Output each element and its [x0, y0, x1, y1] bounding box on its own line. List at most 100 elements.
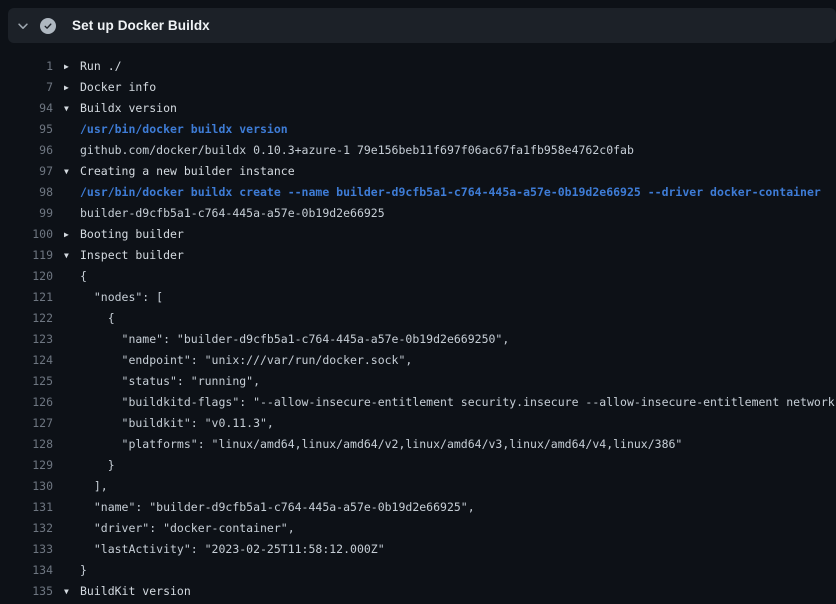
command-text: /usr/bin/docker buildx version — [80, 119, 288, 140]
line-number[interactable]: 134 — [0, 560, 53, 581]
line-number[interactable]: 99 — [0, 203, 53, 224]
output-text: builder-d9cfb5a1-c764-445a-a57e-0b19d2e6… — [80, 203, 385, 224]
gutter-spacer — [53, 329, 80, 350]
log-line-row: 125 "status": "running", — [0, 371, 836, 392]
log-line-row: 133 "lastActivity": "2023-02-25T11:58:12… — [0, 539, 836, 560]
gutter-spacer — [53, 266, 80, 287]
gutter-spacer — [53, 371, 80, 392]
group-collapsed-triangle-icon[interactable]: ▶ — [64, 77, 69, 98]
line-number[interactable]: 135 — [0, 581, 53, 602]
group-toggle[interactable]: ▼ — [53, 161, 80, 182]
gutter-spacer — [53, 287, 80, 308]
line-number[interactable]: 96 — [0, 140, 53, 161]
gutter-spacer — [53, 308, 80, 329]
output-text: "platforms": "linux/amd64,linux/amd64/v2… — [80, 434, 682, 455]
group-toggle[interactable]: ▼ — [53, 581, 80, 602]
output-text: ], — [80, 476, 108, 497]
group-collapsed-triangle-icon[interactable]: ▶ — [64, 224, 69, 245]
log-line-row: 126 "buildkitd-flags": "--allow-insecure… — [0, 392, 836, 413]
log-line-row: 96github.com/docker/buildx 0.10.3+azure-… — [0, 140, 836, 161]
command-text: /usr/bin/docker buildx create --name bui… — [80, 182, 821, 203]
gutter-spacer — [53, 560, 80, 581]
output-text: "driver": "docker-container", — [80, 518, 295, 539]
output-text: "nodes": [ — [80, 287, 163, 308]
gutter-spacer — [53, 476, 80, 497]
line-number[interactable]: 123 — [0, 329, 53, 350]
group-expanded-triangle-icon[interactable]: ▼ — [64, 581, 69, 602]
line-number[interactable]: 125 — [0, 371, 53, 392]
log-group-row[interactable]: 100 ▶ Booting builder — [0, 224, 836, 245]
log-line-row: 123 "name": "builder-d9cfb5a1-c764-445a-… — [0, 329, 836, 350]
line-number[interactable]: 124 — [0, 350, 53, 371]
log-group-row[interactable]: 7 ▶ Docker info — [0, 77, 836, 98]
gutter-spacer — [53, 413, 80, 434]
line-number[interactable]: 128 — [0, 434, 53, 455]
output-text: "lastActivity": "2023-02-25T11:58:12.000… — [80, 539, 385, 560]
chevron-down-icon[interactable] — [8, 8, 38, 43]
log-line-row: 134} — [0, 560, 836, 581]
log-group-row[interactable]: 119▼Inspect builder — [0, 245, 836, 266]
line-number[interactable]: 129 — [0, 455, 53, 476]
gutter-spacer — [53, 203, 80, 224]
group-title: BuildKit version — [80, 581, 191, 602]
log-line-row: 120{ — [0, 266, 836, 287]
group-toggle[interactable]: ▶ — [53, 77, 80, 98]
group-toggle[interactable]: ▶ — [53, 56, 80, 77]
output-text: "buildkitd-flags": "--allow-insecure-ent… — [80, 392, 836, 413]
line-number[interactable]: 1 — [0, 56, 53, 77]
step-title: Set up Docker Buildx — [72, 18, 210, 33]
group-toggle[interactable]: ▼ — [53, 245, 80, 266]
output-text: "buildkit": "v0.11.3", — [80, 413, 274, 434]
line-number[interactable]: 126 — [0, 392, 53, 413]
output-text: } — [80, 560, 87, 581]
group-collapsed-triangle-icon[interactable]: ▶ — [64, 56, 69, 77]
gutter-spacer — [53, 518, 80, 539]
output-text: "endpoint": "unix:///var/run/docker.sock… — [80, 350, 412, 371]
output-text: } — [80, 455, 115, 476]
line-number[interactable]: 100 — [0, 224, 53, 245]
line-number[interactable]: 120 — [0, 266, 53, 287]
line-number[interactable]: 97 — [0, 161, 53, 182]
group-title: Buildx version — [80, 98, 177, 119]
log-line-row: 127 "buildkit": "v0.11.3", — [0, 413, 836, 434]
log-group-row[interactable]: 135 ▼ BuildKit version — [0, 581, 836, 602]
log-line-row: 95/usr/bin/docker buildx version — [0, 119, 836, 140]
group-toggle[interactable]: ▼ — [53, 98, 80, 119]
line-number[interactable]: 132 — [0, 518, 53, 539]
log-group-row[interactable]: 94 ▼ Buildx version — [0, 98, 836, 119]
output-text: "status": "running", — [80, 371, 260, 392]
log-line-row: 124 "endpoint": "unix:///var/run/docker.… — [0, 350, 836, 371]
line-number[interactable]: 121 — [0, 287, 53, 308]
output-text: "name": "builder-d9cfb5a1-c764-445a-a57e… — [80, 497, 475, 518]
log-group-row[interactable]: 1▶Run ./ — [0, 56, 836, 77]
line-number[interactable]: 98 — [0, 182, 53, 203]
line-number[interactable]: 119 — [0, 245, 53, 266]
log-line-row: 129 } — [0, 455, 836, 476]
log-line-row: 121 "nodes": [ — [0, 287, 836, 308]
log-line-row: 98/usr/bin/docker buildx create --name b… — [0, 182, 836, 203]
line-number[interactable]: 95 — [0, 119, 53, 140]
log-group-row[interactable]: 97 ▼ Creating a new builder instance — [0, 161, 836, 182]
group-toggle[interactable]: ▶ — [53, 224, 80, 245]
group-title: Creating a new builder instance — [80, 161, 295, 182]
output-text: { — [80, 308, 115, 329]
step-header[interactable]: Set up Docker Buildx — [8, 8, 836, 43]
line-number[interactable]: 130 — [0, 476, 53, 497]
group-expanded-triangle-icon[interactable]: ▼ — [64, 98, 69, 119]
gutter-spacer — [53, 455, 80, 476]
group-expanded-triangle-icon[interactable]: ▼ — [64, 245, 69, 266]
line-number[interactable]: 94 — [0, 98, 53, 119]
line-number[interactable]: 133 — [0, 539, 53, 560]
line-number[interactable]: 7 — [0, 77, 53, 98]
gutter-spacer — [53, 434, 80, 455]
group-title: Docker info — [80, 77, 156, 98]
group-expanded-triangle-icon[interactable]: ▼ — [64, 161, 69, 182]
gutter-spacer — [53, 140, 80, 161]
gutter-spacer — [53, 350, 80, 371]
gutter-spacer — [53, 182, 80, 203]
log-line-row: 130 ], — [0, 476, 836, 497]
line-number[interactable]: 127 — [0, 413, 53, 434]
line-number[interactable]: 122 — [0, 308, 53, 329]
group-title: Booting builder — [80, 224, 184, 245]
line-number[interactable]: 131 — [0, 497, 53, 518]
